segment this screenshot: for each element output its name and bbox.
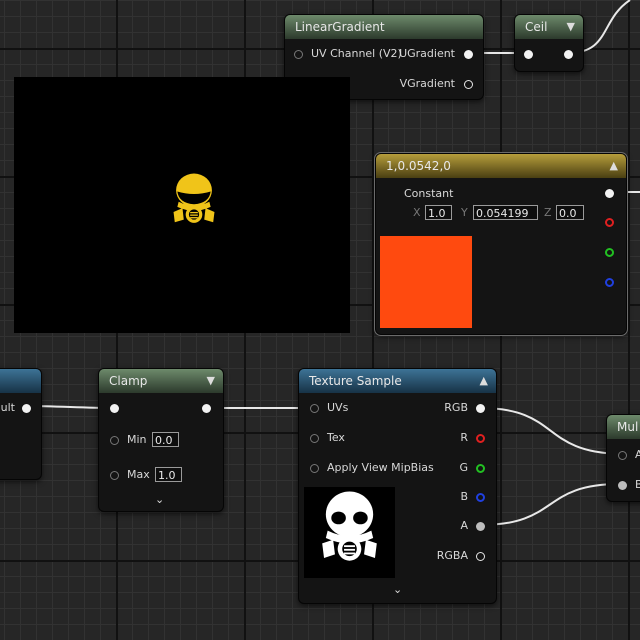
pin-ceil-input[interactable] <box>524 50 533 59</box>
pin-min[interactable] <box>110 436 119 445</box>
pin-max[interactable] <box>110 471 119 480</box>
pin-label-ugradient: UGradient <box>399 47 455 60</box>
node-title-text: Ceil <box>525 20 548 34</box>
node-texture-sample[interactable]: Texture Sample ▲ UVs Tex Apply View MipBi… <box>298 368 497 604</box>
max-label: Max <box>127 468 150 481</box>
x-axis-label: X <box>413 206 421 219</box>
node-title[interactable]: Clamp ▼ <box>99 369 223 393</box>
node-title-text: 1,0.0542,0 <box>386 159 451 173</box>
pin-mul-a[interactable] <box>618 451 627 460</box>
pin-label-mul-b: B <box>635 478 640 491</box>
y-value-field[interactable]: 0.054199 <box>473 205 538 220</box>
pin-constant-g[interactable] <box>605 248 614 257</box>
pin-label-vgradient: VGradient <box>399 77 455 90</box>
pin-label-r: R <box>460 431 468 444</box>
pin-clamp-output[interactable] <box>202 404 211 413</box>
pin-label-tex: Tex <box>327 431 345 444</box>
expand-chevron-icon[interactable]: ⌄ <box>155 493 164 506</box>
pin-a[interactable] <box>476 522 485 531</box>
node-title[interactable]: Mul <box>607 415 640 439</box>
node-title[interactable]: 1,0.0542,0 ▲ <box>376 154 626 178</box>
gas-mask-icon <box>173 173 215 223</box>
pin-label-g: G <box>459 461 468 474</box>
pin-label-result: ult <box>0 401 15 414</box>
collapse-chevron-icon[interactable]: ⌄ <box>393 583 402 596</box>
pin-r[interactable] <box>476 434 485 443</box>
chevron-up-icon[interactable]: ▲ <box>480 369 488 393</box>
node-title[interactable]: LinearGradient <box>285 15 483 39</box>
chevron-up-icon[interactable]: ▲ <box>610 154 618 178</box>
node-title[interactable]: Ceil ▼ <box>515 15 583 39</box>
pin-label-a: A <box>460 519 468 532</box>
material-graph-canvas[interactable]: LinearGradient UV Channel (V2) UGradient… <box>0 0 640 640</box>
pin-label-uv-channel: UV Channel (V2) <box>311 47 402 60</box>
pin-ceil-output[interactable] <box>564 50 573 59</box>
node-ceil[interactable]: Ceil ▼ <box>514 14 584 72</box>
chevron-down-icon[interactable]: ▼ <box>207 369 215 393</box>
pin-b[interactable] <box>476 493 485 502</box>
preview-viewport[interactable] <box>14 77 350 333</box>
z-axis-label: Z <box>544 206 552 219</box>
node-constant3vector[interactable]: 1,0.0542,0 ▲ Constant X 1.0 Y 0.054199 Z … <box>374 152 628 336</box>
node-multiply[interactable]: Mul A B <box>606 414 640 502</box>
pin-clamp-input[interactable] <box>110 404 119 413</box>
pin-constant-r[interactable] <box>605 218 614 227</box>
max-value-field[interactable]: 1.0 <box>155 467 182 482</box>
pin-label-rgb: RGB <box>444 401 468 414</box>
wire-rgb-to-mul-a[interactable] <box>479 407 621 455</box>
pin-label-mul-a: A <box>635 448 640 461</box>
node-title-text: Clamp <box>109 374 148 388</box>
pin-apply-view-mipbias[interactable] <box>310 464 319 473</box>
node-title[interactable] <box>0 369 41 393</box>
pin-uv-channel[interactable] <box>294 50 303 59</box>
constant-label: Constant <box>404 187 454 200</box>
pin-rgb[interactable] <box>476 404 485 413</box>
pin-label-uvs: UVs <box>327 401 349 414</box>
node-title[interactable]: Texture Sample ▲ <box>299 369 496 393</box>
z-value-field[interactable]: 0.0 <box>556 205 584 220</box>
y-axis-label: Y <box>461 206 468 219</box>
min-value-field[interactable]: 0.0 <box>152 432 179 447</box>
pin-result[interactable] <box>22 404 31 413</box>
chevron-down-icon[interactable]: ▼ <box>567 15 575 39</box>
color-swatch <box>380 236 472 328</box>
pin-vgradient[interactable] <box>464 80 473 89</box>
pin-uvs[interactable] <box>310 404 319 413</box>
pin-g[interactable] <box>476 464 485 473</box>
node-clamp[interactable]: Clamp ▼ Min 0.0 Max 1.0 ⌄ <box>98 368 224 512</box>
pin-rgba[interactable] <box>476 552 485 561</box>
node-partial-left[interactable]: ult <box>0 368 42 480</box>
pin-mul-b[interactable] <box>618 481 627 490</box>
pin-label-b: B <box>460 490 468 503</box>
wire-a-to-mul-b[interactable] <box>479 483 621 526</box>
pin-tex[interactable] <box>310 434 319 443</box>
pin-constant-b[interactable] <box>605 278 614 287</box>
pin-label-apply-view-mipbias: Apply View MipBias <box>327 461 434 474</box>
node-title-text: Texture Sample <box>309 374 402 388</box>
pin-label-rgba: RGBA <box>436 549 468 562</box>
min-label: Min <box>127 433 147 446</box>
pin-ugradient[interactable] <box>464 50 473 59</box>
gas-mask-icon <box>322 491 377 561</box>
x-value-field[interactable]: 1.0 <box>425 205 452 220</box>
texture-thumbnail <box>304 487 395 578</box>
pin-constant-rgb[interactable] <box>605 189 614 198</box>
